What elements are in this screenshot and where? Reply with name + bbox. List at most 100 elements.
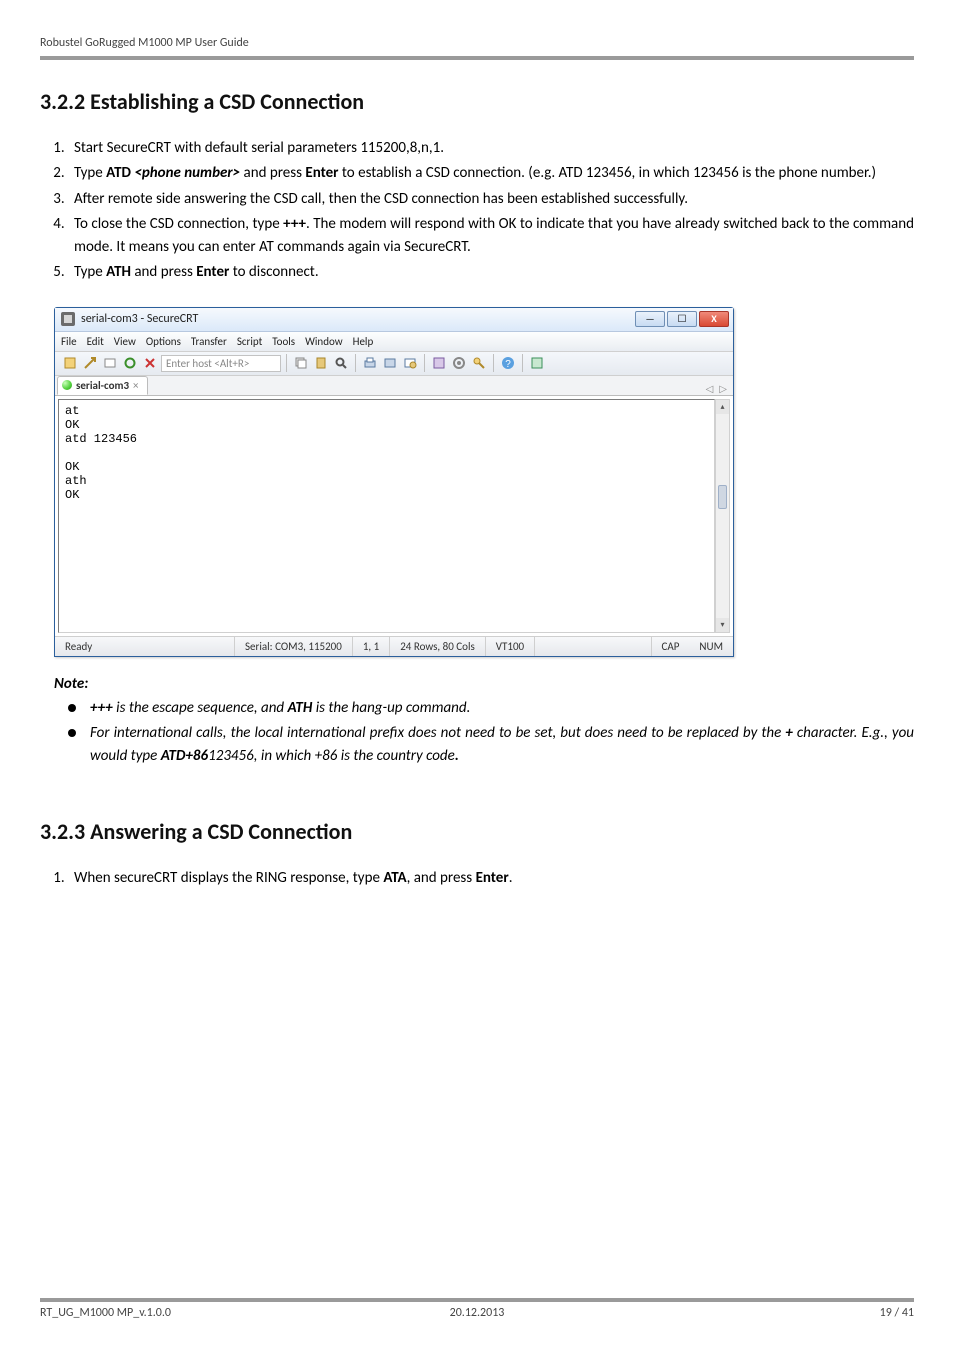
status-ready: Ready: [55, 637, 235, 656]
maximize-button[interactable]: ☐: [667, 311, 697, 327]
step-5-d: Enter: [196, 263, 229, 281]
terminal-area: at OK atd 123456 OK ath OK ▴ ▾: [55, 396, 733, 636]
toolbar-session-icon[interactable]: [101, 354, 119, 372]
toolbar-disconnect-icon[interactable]: [141, 354, 159, 372]
toolbar-options-icon[interactable]: [430, 354, 448, 372]
step-3: After remote side answering the CSD call…: [68, 188, 914, 211]
note-2-e: 123456, in which +86 is the country code: [208, 747, 455, 765]
toolbar-connect-icon[interactable]: [61, 354, 79, 372]
toolbar-copy-icon[interactable]: [292, 354, 310, 372]
notes-list: +++ is the escape sequence, and ATH is t…: [40, 697, 914, 771]
step-2-a: Type: [74, 164, 106, 182]
step-2-f: to establish a CSD connection. (e.g. ATD…: [339, 164, 877, 182]
note-label: Note:: [54, 675, 914, 693]
menu-options[interactable]: Options: [146, 335, 181, 348]
connected-indicator-icon: [62, 380, 72, 390]
step-2: Type ATD <phone number> and press Enter …: [68, 162, 914, 185]
window-titlebar[interactable]: serial-com3 - SecureCRT — ☐ X: [55, 308, 733, 332]
terminal-output[interactable]: at OK atd 123456 OK ath OK: [58, 399, 715, 633]
status-spacer: [535, 637, 651, 656]
note-2-a: For international calls, the local inter…: [90, 724, 785, 742]
step-3-text: After remote side answering the CSD call…: [74, 190, 688, 208]
menu-help[interactable]: Help: [353, 335, 374, 348]
step-5-b: ATH: [106, 263, 131, 281]
step-1-text: Start SecureCRT with default serial para…: [74, 139, 444, 157]
toolbar-quickconnect-icon[interactable]: [81, 354, 99, 372]
s2-step1-b: ATA: [383, 869, 406, 887]
status-bar: Ready Serial: COM3, 115200 1, 1 24 Rows,…: [55, 636, 733, 656]
note-2-d: ATD+86: [161, 747, 208, 765]
step-4-a: To close the CSD connection, type: [74, 215, 283, 233]
menu-view[interactable]: View: [114, 335, 136, 348]
scroll-thumb[interactable]: [718, 485, 727, 509]
status-serial: Serial: COM3, 115200: [235, 637, 353, 656]
menu-file[interactable]: File: [61, 335, 77, 348]
toolbar-printscreen-icon[interactable]: [381, 354, 399, 372]
step-4-b: +++: [283, 215, 306, 233]
toolbar-find-icon[interactable]: [332, 354, 350, 372]
steps-list-1: Start SecureCRT with default serial para…: [40, 137, 914, 287]
note-1: +++ is the escape sequence, and ATH is t…: [68, 697, 914, 720]
page-header: Robustel GoRugged M1000 MP User Guide: [40, 36, 914, 60]
toolbar-print-icon[interactable]: [361, 354, 379, 372]
section-title-2: 3.2.3 Answering a CSD Connection: [40, 818, 914, 845]
host-input[interactable]: Enter host <Alt+R>: [161, 355, 281, 372]
toolbar-sessionmgr-icon[interactable]: [528, 354, 546, 372]
menu-tools[interactable]: Tools: [272, 335, 295, 348]
tab-nav-left-icon[interactable]: ◁: [706, 382, 714, 395]
toolbar-reconnect-icon[interactable]: [121, 354, 139, 372]
toolbar-separator: [286, 354, 287, 372]
step-2-c: <phone number>: [134, 164, 240, 182]
s2-step1-d: Enter: [476, 869, 509, 887]
securecrt-window: serial-com3 - SecureCRT — ☐ X File Edit …: [54, 307, 734, 657]
minimize-icon: —: [645, 314, 654, 324]
step-1: Start SecureCRT with default serial para…: [68, 137, 914, 160]
menu-window[interactable]: Window: [305, 335, 343, 348]
scroll-down-icon[interactable]: ▾: [716, 618, 729, 632]
step-4: To close the CSD connection, type +++. T…: [68, 213, 914, 260]
tab-bar: serial-com3 × ◁ ▷: [55, 376, 733, 396]
s2-step1-e: .: [509, 869, 513, 887]
status-size: 24 Rows, 80 Cols: [390, 637, 486, 656]
scroll-up-icon[interactable]: ▴: [716, 400, 729, 414]
minimize-button[interactable]: —: [635, 311, 665, 327]
section2-step-1: When secureCRT displays the RING respons…: [68, 867, 914, 890]
note-1-c: ATH: [288, 699, 313, 717]
note-2: For international calls, the local inter…: [68, 722, 914, 769]
page-footer: RT_UG_M1000 MP_v.1.0.0 20.12.2013 19 / 4…: [40, 1298, 914, 1320]
scrollbar[interactable]: ▴ ▾: [715, 399, 730, 633]
footer-left: RT_UG_M1000 MP_v.1.0.0: [40, 1306, 171, 1320]
note-1-b: is the escape sequence, and: [113, 699, 288, 717]
tab-serial-com3[interactable]: serial-com3 ×: [57, 376, 148, 395]
step-5-e: to disconnect.: [229, 263, 318, 281]
toolbar-separator-5: [522, 354, 523, 372]
svg-text:?: ?: [505, 359, 511, 370]
step-2-b: ATD: [106, 164, 134, 182]
tab-nav-right-icon[interactable]: ▷: [719, 382, 727, 395]
toolbar-help-icon[interactable]: ?: [499, 354, 517, 372]
footer-right: 19 / 41: [880, 1306, 914, 1320]
note-1-a: +++: [90, 699, 113, 717]
close-button[interactable]: X: [699, 311, 729, 327]
menu-script[interactable]: Script: [237, 335, 262, 348]
toolbar-printsetup-icon[interactable]: [401, 354, 419, 372]
step-5-c: and press: [131, 263, 196, 281]
menu-edit[interactable]: Edit: [87, 335, 104, 348]
toolbar-settings-icon[interactable]: [450, 354, 468, 372]
menubar: File Edit View Options Transfer Script T…: [55, 332, 733, 352]
tab-close-icon[interactable]: ×: [133, 379, 138, 392]
status-cursor-pos: 1, 1: [353, 637, 390, 656]
step-2-e: Enter: [305, 164, 338, 182]
step-5-a: Type: [74, 263, 106, 281]
note-colon: :: [84, 675, 88, 693]
app-icon: [61, 312, 75, 326]
status-caps: CAP: [652, 640, 690, 653]
window-title: serial-com3 - SecureCRT: [81, 312, 635, 326]
status-num: NUM: [689, 640, 733, 653]
s2-step1-c: , and press: [407, 869, 476, 887]
menu-transfer[interactable]: Transfer: [191, 335, 227, 348]
toolbar-paste-icon[interactable]: [312, 354, 330, 372]
note-2-f: .: [455, 747, 459, 765]
toolbar-key-icon[interactable]: [470, 354, 488, 372]
note-2-b: +: [785, 724, 792, 742]
